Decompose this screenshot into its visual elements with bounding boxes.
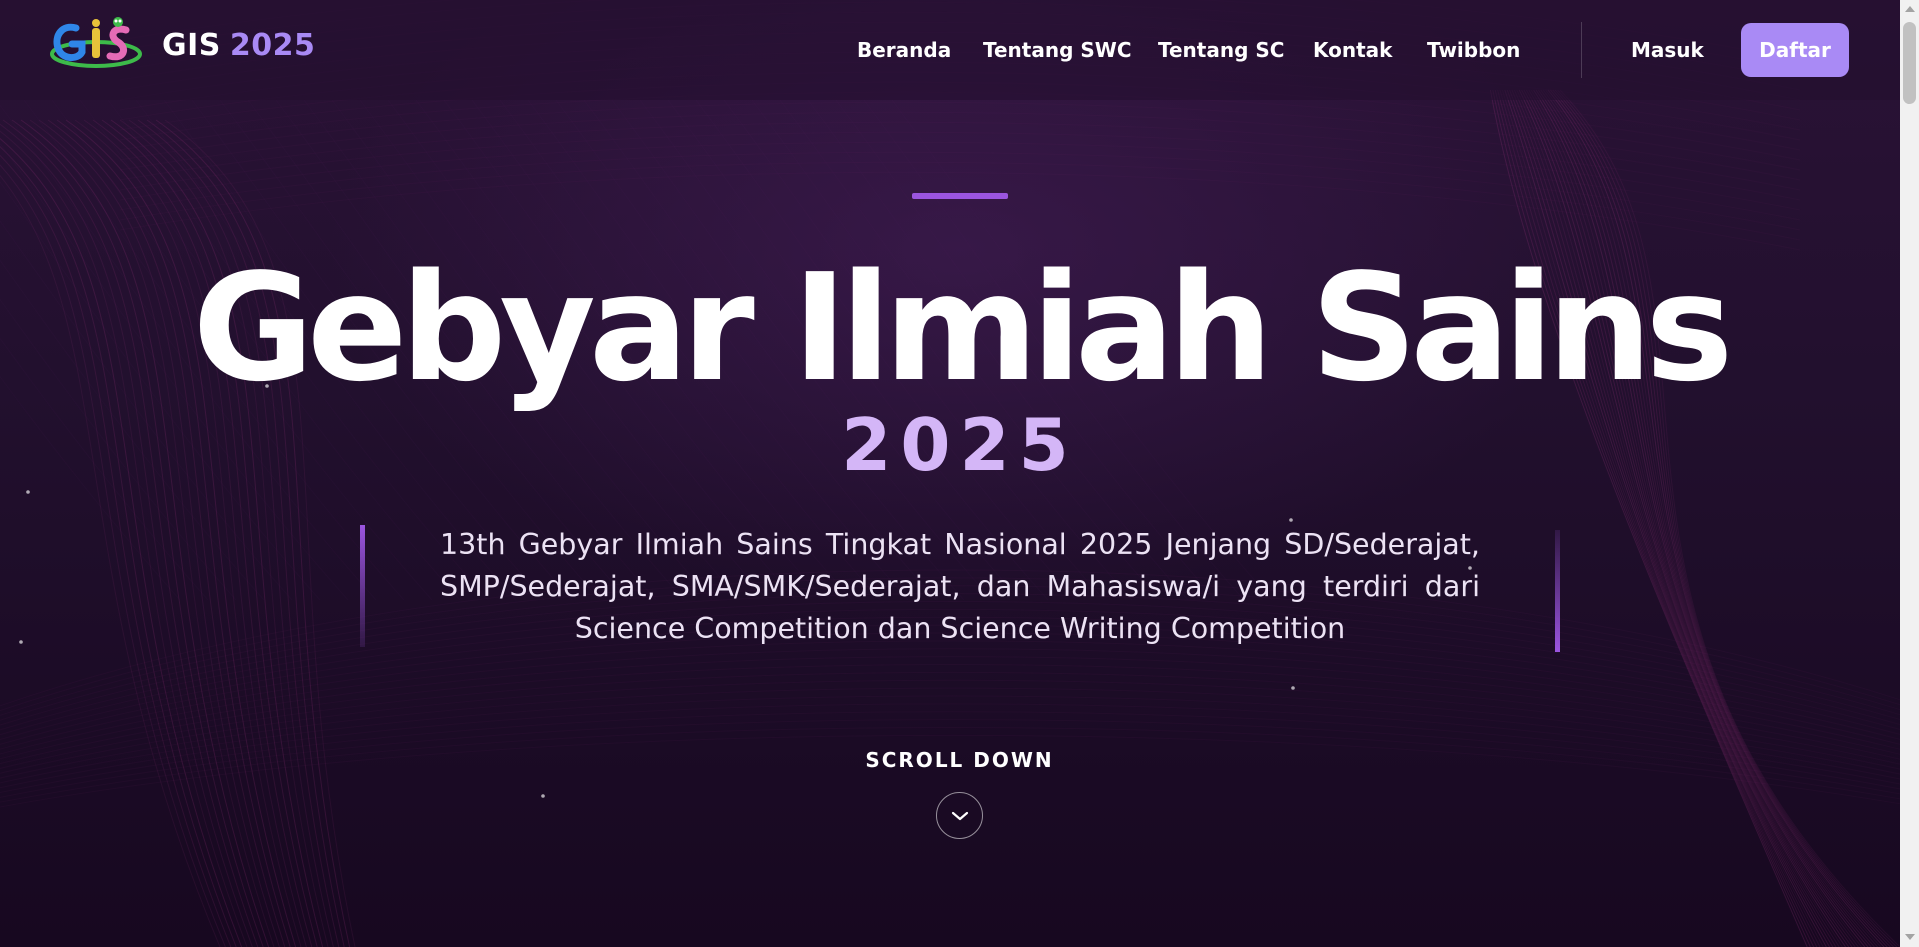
brand-year-text: 2025 xyxy=(229,28,316,63)
scroll-down-button[interactable] xyxy=(936,792,983,839)
brand-name[interactable]: GIS 2025 xyxy=(162,28,315,63)
hero-description: 13th Gebyar Ilmiah Sains Tingkat Nasiona… xyxy=(440,528,1480,645)
hero-accent-rule xyxy=(912,193,1008,199)
nav-beranda[interactable]: Beranda xyxy=(857,38,951,62)
nav-divider xyxy=(1581,22,1582,78)
description-bar-left xyxy=(360,525,365,647)
register-button[interactable]: Daftar xyxy=(1741,23,1849,77)
nav-kontak[interactable]: Kontak xyxy=(1313,38,1392,62)
page: GIS 2025 Beranda Tentang SWC Tentang SC … xyxy=(0,0,1919,947)
gis-logo-icon xyxy=(50,17,142,68)
site-logo[interactable] xyxy=(48,14,144,76)
site-header: GIS 2025 Beranda Tentang SWC Tentang SC … xyxy=(0,0,1900,100)
login-link[interactable]: Masuk xyxy=(1631,38,1704,62)
scroll-down-arrow-icon[interactable] xyxy=(1905,934,1915,940)
nav-twibbon[interactable]: Twibbon xyxy=(1427,38,1520,62)
page-scrollbar[interactable] xyxy=(1900,0,1919,947)
hero-title: Gebyar Ilmiah Sains xyxy=(192,242,1734,414)
scrollbar-thumb[interactable] xyxy=(1903,22,1916,104)
description-bar-right xyxy=(1555,530,1560,652)
chevron-down-icon xyxy=(951,811,968,820)
hero-year: 2025 xyxy=(841,403,1078,487)
scroll-down-label[interactable]: SCROLL DOWN xyxy=(0,748,1919,772)
nav-tentang-swc[interactable]: Tentang SWC xyxy=(983,38,1132,62)
brand-name-text: GIS xyxy=(162,28,221,63)
nav-tentang-sc[interactable]: Tentang SC xyxy=(1158,38,1284,62)
scroll-up-arrow-icon[interactable] xyxy=(1905,6,1915,12)
